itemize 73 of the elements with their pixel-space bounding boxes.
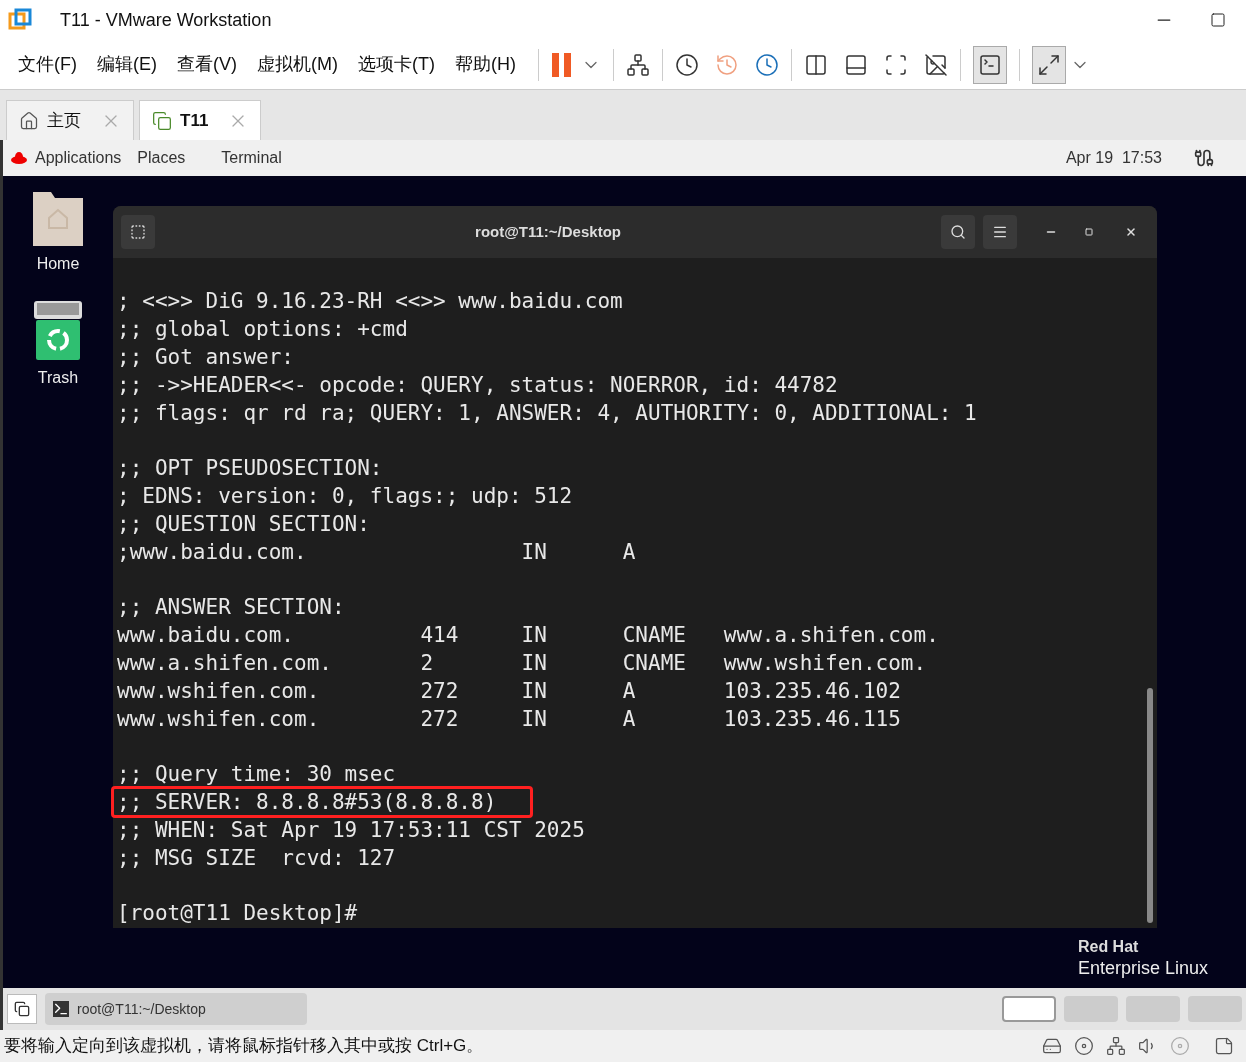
sidebar-icon[interactable] [803,52,828,77]
console-button[interactable] [972,45,1007,84]
vm-icon [152,110,172,131]
snapshot-manager-icon[interactable] [754,52,779,77]
maximize-button[interactable] [1210,12,1226,28]
search-button[interactable] [941,215,975,249]
terminal-line: ;; SERVER: 8.8.8.8#53(8.8.8.8) [117,790,497,814]
menu-item[interactable]: 帮助(H) [444,51,526,78]
tab[interactable]: 主页 [6,100,134,140]
menu-item[interactable]: 虚拟机(M) [247,51,348,78]
menu-item[interactable]: 编辑(E) [87,51,167,78]
stretch-icon [1036,52,1061,77]
applications-menu[interactable]: Applications [35,146,122,170]
workspace-thumbnail[interactable] [1064,996,1118,1022]
terminal-icon [977,52,1002,77]
workspace-thumbnail[interactable] [1002,996,1056,1022]
new-tab-button[interactable] [121,215,155,249]
terminal-line: ;; Query time: 30 msec [117,762,396,786]
terminal-line: ;; QUESTION SECTION: [117,512,370,536]
stretch-button[interactable] [1031,45,1066,84]
network-icon[interactable] [625,52,650,77]
menu-icon [992,224,1008,240]
status-message: 要将输入定向到该虚拟机，请将鼠标指针移入其中或按 Ctrl+G。 [4,1035,484,1058]
fullscreen-icon[interactable] [883,52,908,77]
terminal-line: www.wshifen.com. 272 IN A 103.235.46.102 [117,679,901,703]
window-title: T11 - VMware Workstation [60,8,272,32]
pause-icon[interactable] [550,51,573,78]
terminal-line: ;; OPT PSEUDOSECTION: [117,456,383,480]
terminal-line: [root@T11 Desktop]# [117,901,358,925]
menu-button[interactable] [983,215,1017,249]
terminal-line: ;; MSG SIZE rcvd: 127 [117,846,396,870]
trash-icon[interactable] [33,300,83,362]
terminal-line: ;; global options: +cmd [117,317,408,341]
places-menu[interactable]: Places [137,146,186,170]
desktop-icon-label[interactable]: Trash [37,366,79,390]
terminal-line: ;; flags: qr rd ra; QUERY: 1, ANSWER: 4, AUTHORITY: 0, ADDITIONAL: 1 [117,401,977,425]
terminal-line: www.baidu.com. 414 IN CNAME www.a.shifen.com. [117,623,939,647]
terminal-line: ; <<>> DiG 9.16.23-RH <<>> www.baidu.com [117,289,623,313]
brand-logo: Red Hat [1077,939,1139,955]
search-icon [950,224,966,240]
menu-item[interactable]: 查看(V) [167,51,247,78]
terminal-title: root@T11:~/Desktop [474,221,622,242]
app-logo-icon [8,8,32,32]
menu-item[interactable]: 文件(F) [8,51,87,78]
clock[interactable]: Apr 19 17:53 [1065,146,1162,170]
tab[interactable]: T11 [139,100,262,140]
terminal-line: ;; WHEN: Sat Apr 19 17:53:11 CST 2025 [117,818,585,842]
terminal-icon [53,1001,69,1017]
close-button[interactable] [1125,226,1137,238]
terminal-line: www.wshifen.com. 272 IN A 103.235.46.115 [117,707,901,731]
terminal-line: ;; Got answer: [117,345,294,369]
show-desktop-button[interactable] [7,994,37,1024]
network-adapter-icon[interactable] [1106,1036,1126,1056]
terminal-line: ; EDNS: version: 0, flags:; udp: 512 [117,484,573,508]
cd-drive-icon[interactable] [1074,1036,1094,1056]
terminal-line: ;; ->>HEADER<<- opcode: QUERY, status: NOERROR, id: 44782 [117,373,838,397]
app-menu[interactable]: Terminal [221,146,282,170]
desktop-icon-label[interactable]: Home [36,252,80,276]
workspace-thumbnail[interactable] [1126,996,1180,1022]
windows-icon [14,1001,30,1017]
note-icon[interactable] [1214,1036,1234,1056]
terminal-line: www.a.shifen.com. 2 IN CNAME www.wshifen.com. [117,651,927,675]
snapshot-icon[interactable] [674,52,699,77]
panel-icon[interactable] [843,52,868,77]
terminal-line: ;www.baidu.com. IN A [117,540,636,564]
redhat-logo-icon [11,152,27,164]
terminal-line: ;; ANSWER SECTION: [117,595,345,619]
brand-name: Enterprise Linux [1077,957,1208,980]
scrollbar[interactable] [1147,688,1153,923]
menu-item[interactable]: 选项卡(T) [347,51,445,78]
workspace-thumbnail[interactable] [1188,996,1242,1022]
home-icon [19,110,39,131]
taskbar-window[interactable]: root@T11:~/Desktop [45,993,307,1025]
